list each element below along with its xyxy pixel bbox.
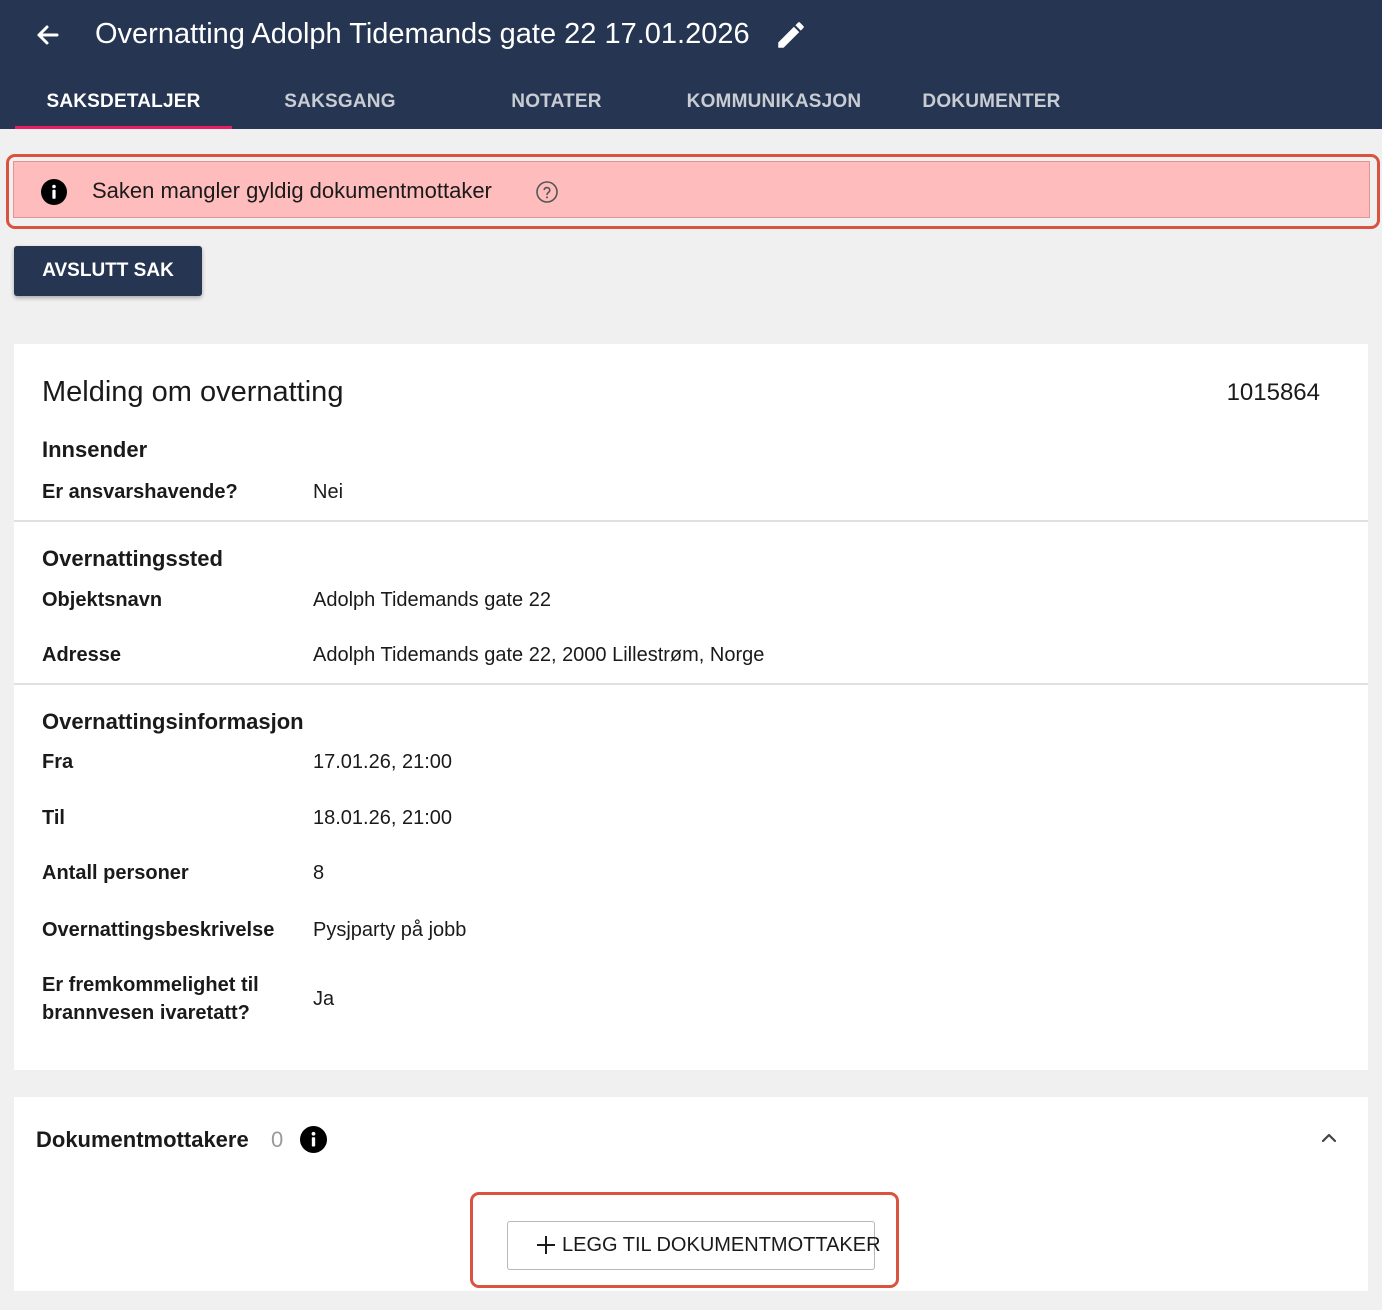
field-value-fra: 17.01.26, 21:00 — [313, 751, 453, 773]
section-divider — [14, 683, 1368, 685]
info-icon[interactable] — [300, 1126, 327, 1153]
tab-saksgang[interactable]: SAKSGANG — [232, 78, 448, 129]
dokumentmottakere-title: Dokumentmottakere — [36, 1127, 249, 1152]
back-button[interactable] — [30, 18, 66, 52]
add-dokumentmottaker-button[interactable]: LEGG TIL DOKUMENTMOTTAKER — [507, 1221, 881, 1270]
field-value-antall-personer: 8 — [313, 862, 325, 884]
field-value-objektsnavn: Adolph Tidemands gate 22 — [313, 589, 551, 611]
field-value-fremkommelighet: Ja — [313, 988, 335, 1010]
field-value-ansvarshavende: Nei — [313, 481, 344, 503]
section-title-overnattingsinformasjon: Overnattingsinformasjon — [42, 709, 304, 734]
field-value-til: 18.01.26, 21:00 — [313, 807, 453, 829]
tab-kommunikasjon[interactable]: KOMMUNIKASJON — [665, 78, 883, 129]
arrow-left-icon — [37, 25, 59, 45]
field-label-ansvarshavende: Er ansvarshavende? — [42, 481, 238, 503]
add-dokumentmottaker-label: LEGG TIL DOKUMENTMOTTAKER — [562, 1234, 881, 1256]
field-label-objektsnavn: Objektsnavn — [42, 589, 163, 611]
field-label-antall-personer: Antall personer — [42, 862, 189, 884]
alert-message: Saken mangler gyldig dokumentmottaker — [92, 178, 492, 203]
tab-dokumenter[interactable]: DOKUMENTER — [883, 78, 1100, 129]
case-details-card: Melding om overnatting 1015864 Innsender… — [14, 344, 1368, 1070]
help-circle-icon[interactable] — [535, 180, 559, 204]
chevron-up-icon[interactable] — [1317, 1126, 1341, 1150]
section-title-overnattingssted: Overnattingssted — [42, 546, 223, 571]
card-title: Melding om overnatting — [42, 376, 344, 408]
field-label-overnattingsbeskrivelse: Overnattingsbeskrivelse — [42, 919, 275, 941]
plus-icon — [537, 1236, 555, 1254]
field-label-til: Til — [42, 807, 65, 829]
avslutt-sak-button[interactable]: AVSLUTT SAK — [14, 246, 202, 296]
field-value-adresse: Adolph Tidemands gate 22, 2000 Lillestrø… — [313, 644, 765, 666]
section-title-innsender: Innsender — [42, 437, 148, 462]
field-label-fremkommelighet: Er fremkommelighet til brannvesen ivaret… — [42, 974, 259, 1024]
missing-recipient-alert: Saken mangler gyldig dokumentmottaker — [13, 161, 1370, 218]
pencil-icon — [778, 22, 804, 48]
case-number: 1015864 — [1226, 379, 1320, 406]
page-title: Overnatting Adolph Tidemands gate 22 17.… — [95, 18, 750, 50]
field-label-adresse: Adresse — [42, 644, 121, 666]
tab-saksdetaljer[interactable]: SAKSDETALJER — [15, 78, 232, 129]
dokumentmottakere-count: 0 — [271, 1127, 284, 1152]
section-divider — [14, 520, 1368, 522]
edit-title-button[interactable] — [774, 18, 808, 52]
info-icon — [41, 179, 67, 205]
field-label-fra: Fra — [42, 751, 74, 773]
app-header: Overnatting Adolph Tidemands gate 22 17.… — [0, 0, 1382, 129]
tab-notater[interactable]: NOTATER — [448, 78, 665, 129]
field-value-overnattingsbeskrivelse: Pysjparty på jobb — [313, 919, 467, 941]
